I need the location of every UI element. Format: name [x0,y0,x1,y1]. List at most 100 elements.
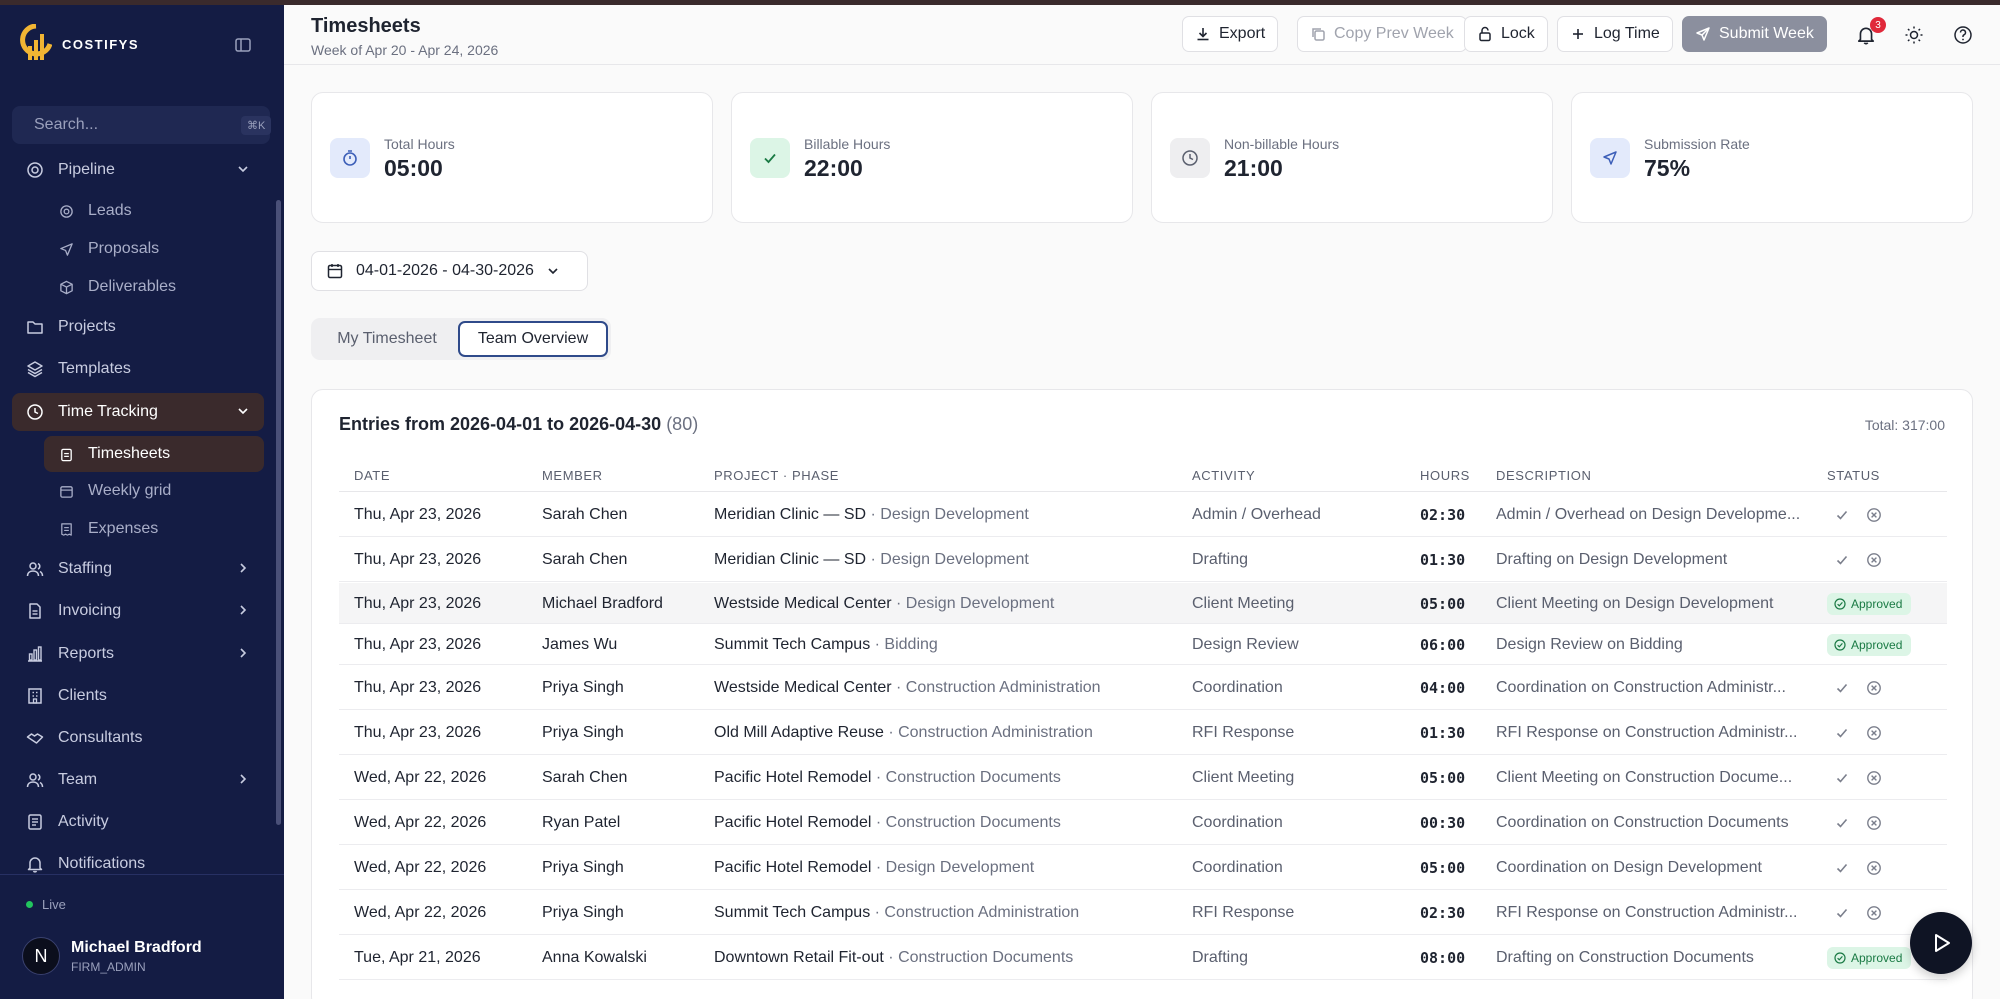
sidebar-search[interactable]: ⌘K [12,106,272,144]
table-row[interactable]: Wed, Apr 22, 2026 Sarah Chen Client Meetin… [339,756,1947,800]
table-row[interactable]: Wed, Apr 22, 2026 Priya Singh RFI Response… [339,891,1947,935]
cell-description: RFI Response on Construction Administr..… [1496,904,1798,921]
cell-project-phase[interactable]: Meridian Clinic — SD · Design Developmen… [714,551,1029,569]
col-description[interactable]: DESCRIPTION [1496,468,1591,483]
approve-button[interactable] [1833,551,1851,569]
cell-project-phase[interactable]: Old Mill Adaptive Reuse · Construction A… [714,724,1093,742]
cell-project-phase[interactable]: Downtown Retail Fit-out · Construction D… [714,949,1073,967]
approve-button[interactable] [1833,769,1851,787]
cell-project-phase[interactable]: Westside Medical Center · Construction A… [714,679,1101,697]
cell-date: Wed, Apr 22, 2026 [354,859,487,876]
col-status[interactable]: STATUS [1827,468,1880,483]
cell-member: Priya Singh [542,904,624,921]
table-row[interactable]: Wed, Apr 22, 2026 Priya Singh Coordination… [339,846,1947,890]
sidebar-item-expenses[interactable]: Expenses [44,511,264,547]
col-date[interactable]: DATE [354,468,390,483]
sidebar-item-clients[interactable]: Clients [12,677,264,715]
table-header: DATE MEMBER PROJECT · PHASE ACTIVITY HOU… [339,452,1947,492]
brand[interactable]: COSTIFYS [20,24,139,64]
cell-date: Thu, Apr 23, 2026 [354,679,482,696]
cell-date: Wed, Apr 22, 2026 [354,904,487,921]
table-row[interactable]: Wed, Apr 22, 2026 Ryan Patel Coordination 0… [339,801,1947,845]
table-row[interactable]: Thu, Apr 23, 2026 Sarah Chen Drafting 01:30… [339,538,1947,582]
copy-prev-week-button[interactable]: Copy Prev Week [1297,16,1467,52]
cell-project-phase[interactable]: Meridian Clinic — SD · Design Developmen… [714,506,1029,524]
col-project[interactable]: PROJECT · PHASE [714,468,839,483]
table-row[interactable]: Thu, Apr 23, 2026 James Wu Design Review 06… [339,624,1947,665]
col-hours[interactable]: HOURS [1420,468,1470,483]
sidebar-item-pipeline[interactable]: Pipeline [12,151,264,189]
timer-icon [330,138,370,178]
sidebar-item-timesheets[interactable]: Timesheets [44,436,264,472]
tab-team-overview[interactable]: Team Overview [458,321,608,357]
sidebar-item-projects[interactable]: Projects [12,308,264,346]
start-timer-button[interactable] [1910,912,1972,974]
sidebar-item-consultants[interactable]: Consultants [12,719,264,757]
reject-button[interactable] [1865,506,1883,524]
phase-name: · Construction Documents [875,769,1061,786]
notification-count-badge: 3 [1870,17,1886,33]
approve-button[interactable] [1833,859,1851,877]
approve-button[interactable] [1833,679,1851,697]
brand-name: COSTIFYS [62,36,140,52]
search-input[interactable] [34,116,241,134]
table-row[interactable]: Tue, Apr 21, 2026 Anna Kowalski Drafting 08… [339,936,1947,980]
cell-member: Priya Singh [542,859,624,876]
sidebar-scrollbar[interactable] [276,200,281,825]
approve-button[interactable] [1833,506,1851,524]
date-range-picker[interactable]: 04-01-2026 - 04-30-2026 [311,251,588,291]
reject-button[interactable] [1865,814,1883,832]
notifications-button[interactable]: 3 [1854,17,1886,47]
sidebar-item-reports[interactable]: Reports [12,635,264,673]
cell-project-phase[interactable]: Summit Tech Campus · Bidding [714,636,938,654]
sidebar-item-label: Consultants [58,729,143,746]
cell-project-phase[interactable]: Summit Tech Campus · Construction Admini… [714,904,1079,922]
log-time-button[interactable]: Log Time [1557,16,1673,52]
reject-button[interactable] [1865,769,1883,787]
export-button[interactable]: Export [1182,16,1279,52]
col-member[interactable]: MEMBER [542,468,603,483]
submit-week-button[interactable]: Submit Week [1682,16,1827,52]
collapse-sidebar-button[interactable] [232,34,254,56]
sidebar-item-time-tracking[interactable]: Time Tracking [12,393,264,431]
table-title-text: Entries from 2026-04-01 to 2026-04-30 [339,414,662,434]
theme-toggle-button[interactable] [1902,23,1926,47]
phase-name: · Design Development [870,506,1029,523]
sidebar-item-activity[interactable]: Activity [12,803,264,841]
reject-button[interactable] [1865,859,1883,877]
check-icon [1836,683,1848,693]
check-icon [1836,510,1848,520]
help-button[interactable] [1951,23,1975,47]
stat-value: 75% [1644,155,1691,181]
sidebar-item-deliverables[interactable]: Deliverables [44,269,264,305]
reject-button[interactable] [1865,551,1883,569]
sidebar-item-team[interactable]: Team [12,761,264,799]
reject-button[interactable] [1865,679,1883,697]
approve-button[interactable] [1833,814,1851,832]
cell-project-phase[interactable]: Pacific Hotel Remodel · Design Developme… [714,859,1034,877]
lock-button[interactable]: Lock [1464,16,1548,52]
cell-project-phase[interactable]: Westside Medical Center · Design Develop… [714,595,1054,613]
sidebar-item-proposals[interactable]: Proposals [44,231,264,267]
table-row[interactable]: Thu, Apr 23, 2026 Priya Singh Coordination… [339,666,1947,710]
sidebar-item-weekly-grid[interactable]: Weekly grid [44,473,264,509]
cell-hours: 01:30 [1420,551,1466,569]
table-row[interactable]: Thu, Apr 23, 2026 Sarah Chen Admin / Overh… [339,493,1947,537]
table-row[interactable]: Thu, Apr 23, 2026 Michael Bradford Client … [339,583,1947,624]
user-menu[interactable]: N Michael Bradford FIRM_ADMIN [22,937,202,975]
sidebar-item-templates[interactable]: Templates [12,350,264,388]
reject-button[interactable] [1865,904,1883,922]
sidebar-item-leads[interactable]: Leads [44,193,264,229]
approve-button[interactable] [1833,904,1851,922]
col-activity[interactable]: ACTIVITY [1192,468,1255,483]
sidebar: COSTIFYS ⌘K Pipeline Leads Proposals Del… [0,0,284,999]
tab-my-timesheet[interactable]: My Timesheet [317,321,457,357]
phase-name: · Design Development [896,595,1055,612]
cell-project-phase[interactable]: Pacific Hotel Remodel · Construction Doc… [714,769,1061,787]
table-row[interactable]: Thu, Apr 23, 2026 Priya Singh RFI Response… [339,711,1947,755]
cell-project-phase[interactable]: Pacific Hotel Remodel · Construction Doc… [714,814,1061,832]
reject-button[interactable] [1865,724,1883,742]
sidebar-item-staffing[interactable]: Staffing [12,550,264,588]
approve-button[interactable] [1833,724,1851,742]
sidebar-item-invoicing[interactable]: Invoicing [12,592,264,630]
